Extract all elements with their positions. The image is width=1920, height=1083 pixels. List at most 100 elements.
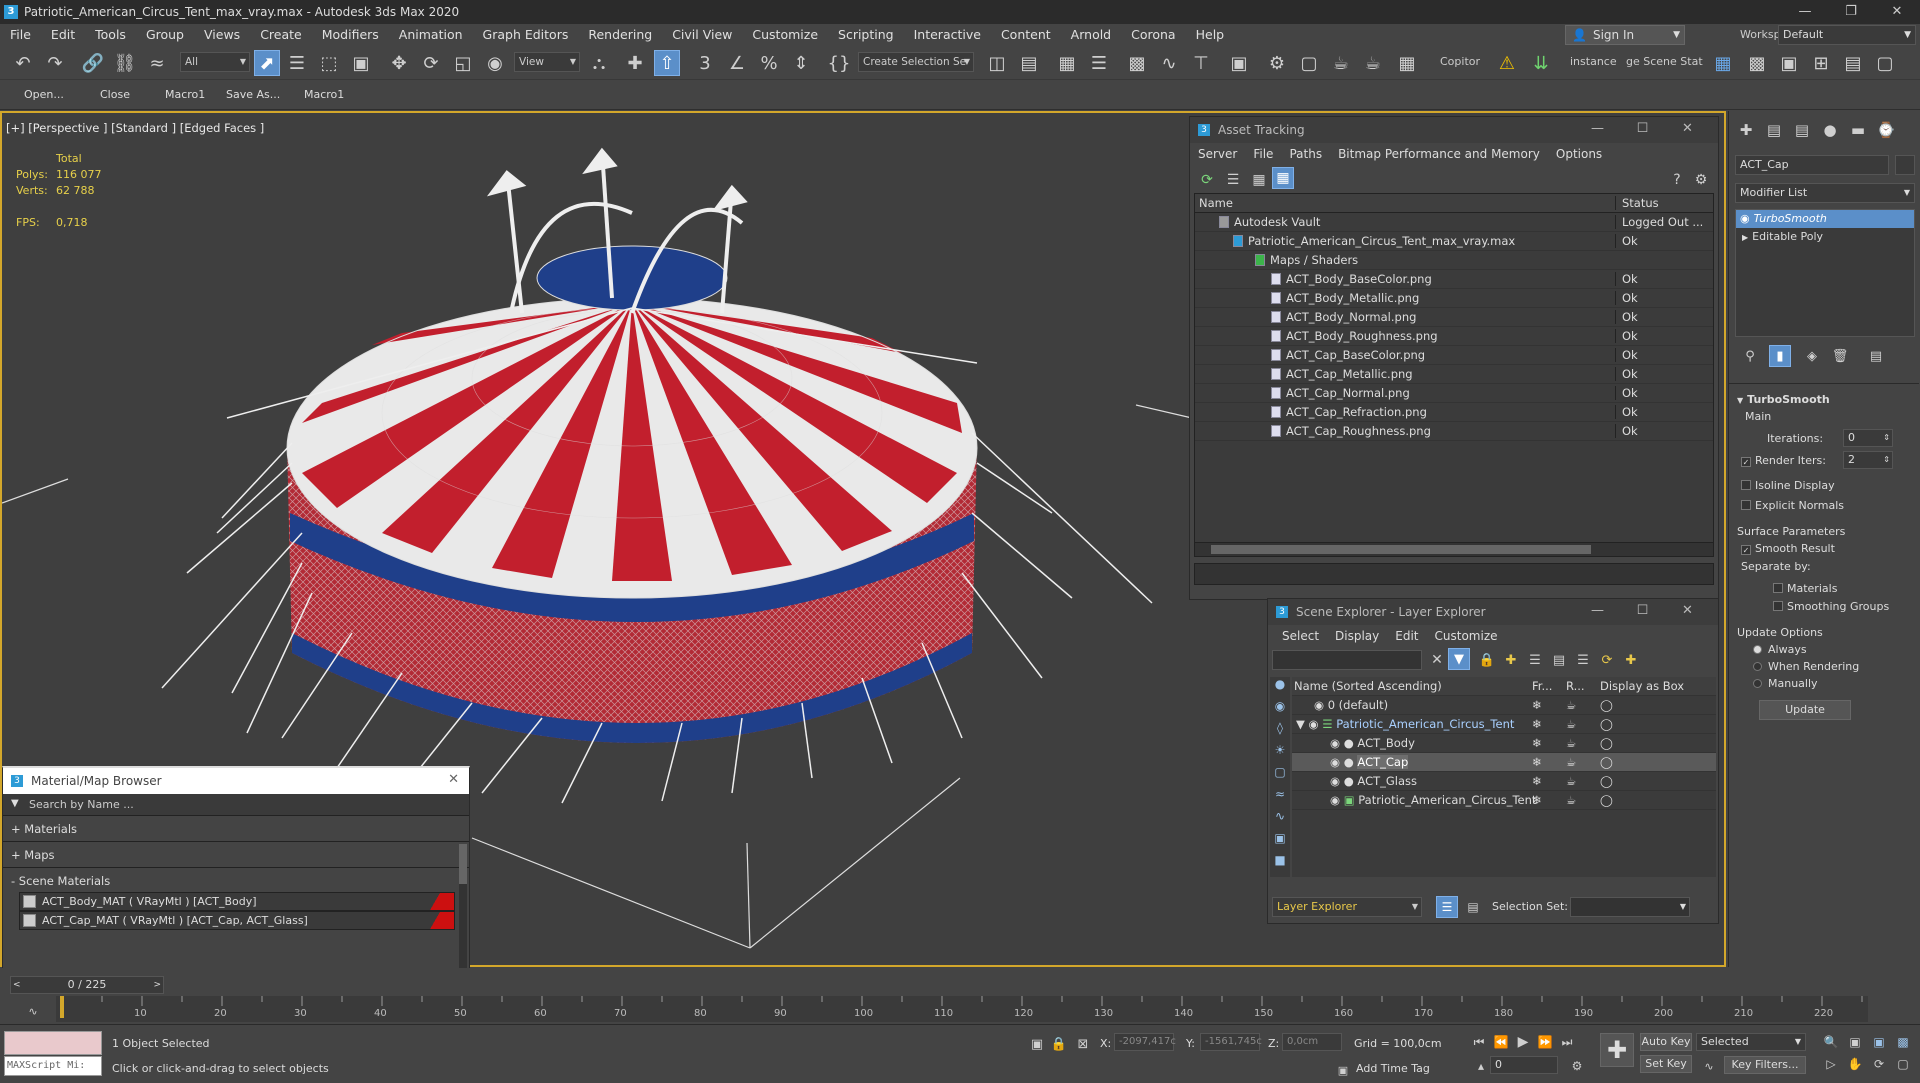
key-tangent-icon[interactable]: ∿: [1696, 1053, 1722, 1079]
material-browser-titlebar[interactable]: 3 Material/Map Browser ✕: [3, 768, 469, 794]
unlink-icon[interactable]: ⛓: [112, 50, 138, 76]
render-icon[interactable]: ☕: [1566, 793, 1600, 807]
render-iters-spinner[interactable]: 2 ⇕: [1843, 451, 1893, 469]
eye-icon[interactable]: ◉: [1330, 736, 1340, 750]
column-name[interactable]: Name: [1195, 196, 1615, 210]
time-prev-icon[interactable]: <: [13, 977, 21, 993]
set-key-button[interactable]: Set Key: [1640, 1055, 1692, 1073]
menu-views[interactable]: Views: [194, 24, 250, 46]
maximize-icon[interactable]: ☐: [1620, 121, 1665, 136]
table-view-icon[interactable]: ▦: [1246, 167, 1272, 193]
rotate-icon[interactable]: ⟳: [418, 50, 444, 76]
list-item[interactable]: ▼ ◉ ☰ Patriotic_American_Circus_Tent ❄ ☕ ◯: [1292, 715, 1716, 734]
expand-icon[interactable]: ▶: [1742, 233, 1748, 242]
pan-icon[interactable]: ✋: [1842, 1051, 1868, 1077]
separate-materials-checkbox[interactable]: [1773, 583, 1783, 593]
render-iterative-icon[interactable]: ☕: [1360, 50, 1386, 76]
maximize-viewport-icon[interactable]: ▢: [1890, 1051, 1916, 1077]
box-icon[interactable]: ◯: [1600, 774, 1613, 788]
add-panel-icon[interactable]: ⊞: [1808, 50, 1834, 76]
box-icon[interactable]: ◯: [1600, 717, 1613, 731]
menu-corona[interactable]: Corona: [1121, 24, 1185, 46]
chevrons-down-icon[interactable]: ⇊: [1528, 50, 1554, 76]
go-to-end-icon[interactable]: ⏭: [1554, 1029, 1580, 1055]
table-row[interactable]: ACT_Cap_Roughness.png Ok: [1195, 422, 1713, 441]
select-manipulate-icon[interactable]: ✚: [622, 50, 648, 76]
create-tab-icon[interactable]: ✚: [1733, 117, 1759, 143]
display-objects-icon[interactable]: ●: [1270, 677, 1290, 699]
time-config-icon[interactable]: ⚙: [1564, 1053, 1590, 1079]
select-by-name-icon[interactable]: ☰: [284, 50, 310, 76]
close-icon[interactable]: ✕: [1665, 121, 1710, 136]
macro-save-as-button[interactable]: Save As...: [226, 88, 280, 101]
minimize-icon[interactable]: —: [1782, 0, 1828, 24]
track-bar[interactable]: [56, 996, 1868, 1022]
layer-explorer-icon[interactable]: ☰: [1436, 896, 1458, 918]
maxscript-listener[interactable]: [4, 1031, 102, 1055]
table-row[interactable]: ACT_Cap_Normal.png Ok: [1195, 384, 1713, 403]
menu-civil-view[interactable]: Civil View: [662, 24, 742, 46]
utilities-tab-icon[interactable]: ⌚: [1873, 117, 1899, 143]
time-slider[interactable]: < 0 / 225 >: [10, 976, 164, 994]
z-coordinate-field[interactable]: 0,0cm: [1282, 1033, 1342, 1051]
remove-modifier-icon[interactable]: 🗑: [1827, 343, 1853, 369]
display-shapes-icon[interactable]: ◊: [1270, 721, 1290, 743]
warning-icon[interactable]: ⚠: [1494, 50, 1520, 76]
menu-create[interactable]: Create: [250, 24, 312, 46]
freeze-icon[interactable]: ❄: [1532, 717, 1566, 731]
se-menu-select[interactable]: Select: [1274, 629, 1327, 643]
snaps-toggle-icon[interactable]: 3: [692, 50, 718, 76]
box-icon[interactable]: ◯: [1600, 793, 1613, 807]
smoothing-groups-checkbox[interactable]: [1773, 601, 1783, 611]
box-icon[interactable]: ◯: [1600, 755, 1613, 769]
list-view-icon[interactable]: ☰: [1220, 167, 1246, 193]
toggle-ribbon-icon[interactable]: ▩: [1124, 50, 1150, 76]
column-status[interactable]: Status: [1615, 196, 1710, 210]
time-next-icon[interactable]: >: [153, 977, 161, 993]
display-cameras-icon[interactable]: ▢: [1270, 765, 1290, 787]
stack-item-editable-poly[interactable]: ▶ Editable Poly: [1736, 228, 1914, 246]
table-row[interactable]: ACT_Cap_BaseColor.png Ok: [1195, 346, 1713, 365]
macro1-button[interactable]: Macro1: [165, 88, 205, 101]
display-helpers-icon[interactable]: ≈: [1270, 787, 1290, 809]
pivot-center-icon[interactable]: ⛬: [586, 50, 612, 76]
freeze-icon[interactable]: ❄: [1532, 755, 1566, 769]
column-name-sorted[interactable]: Name (Sorted Ascending): [1292, 679, 1532, 693]
scale-icon[interactable]: ◱: [450, 50, 476, 76]
scene-explorer-titlebar[interactable]: 3 Scene Explorer - Layer Explorer — ☐ ✕: [1268, 599, 1718, 625]
panel-icon[interactable]: ▤: [1840, 50, 1866, 76]
grid-view-icon[interactable]: ▦: [1710, 50, 1736, 76]
selection-lock-icon[interactable]: 🔒: [1046, 1031, 1072, 1057]
eye-icon[interactable]: ◉: [1330, 755, 1340, 769]
sort-icon[interactable]: ▤: [1460, 894, 1486, 920]
mirror-icon[interactable]: ◫: [984, 50, 1010, 76]
object-name-input[interactable]: ACT_Cap: [1735, 155, 1889, 175]
redo-icon[interactable]: ↷: [42, 50, 68, 76]
restore-icon[interactable]: ❐: [1828, 0, 1874, 24]
time-tag-icon[interactable]: ▣: [1330, 1057, 1356, 1083]
display-groups-icon[interactable]: ▣: [1270, 831, 1290, 853]
select-object-icon[interactable]: ⬈: [254, 50, 280, 76]
auto-key-button[interactable]: Auto Key: [1640, 1033, 1692, 1051]
stack-item-turbosmooth[interactable]: ◉ TurboSmooth: [1736, 210, 1914, 228]
macro-open-button[interactable]: Open...: [24, 88, 64, 101]
close-icon[interactable]: ✕: [1665, 603, 1710, 618]
maximize-icon[interactable]: ☐: [1620, 603, 1665, 618]
modifier-list-select[interactable]: Modifier List ▼: [1735, 183, 1915, 203]
render-iters-checkbox[interactable]: ✓: [1741, 457, 1751, 467]
table-row[interactable]: ACT_Body_Roughness.png Ok: [1195, 327, 1713, 346]
freeze-icon[interactable]: ❄: [1532, 774, 1566, 788]
undo-icon[interactable]: ↶: [10, 50, 36, 76]
menu-scripting[interactable]: Scripting: [828, 24, 904, 46]
spinner-snap-icon[interactable]: ⇕: [788, 50, 814, 76]
list-item[interactable]: ACT_Body_MAT ( VRayMtl ) [ACT_Body]: [19, 892, 455, 911]
column-render[interactable]: R...: [1566, 679, 1600, 693]
turbosmooth-title[interactable]: TurboSmooth: [1747, 393, 1830, 406]
se-menu-display[interactable]: Display: [1327, 629, 1387, 643]
angle-snap-icon[interactable]: ∠: [724, 50, 750, 76]
menu-content[interactable]: Content: [991, 24, 1061, 46]
toggle-scene-explorer-icon[interactable]: ▦: [1054, 50, 1080, 76]
list-item[interactable]: ◉ ● ACT_Glass ❄ ☕ ◯: [1292, 772, 1716, 791]
section-materials[interactable]: + Materials: [3, 816, 469, 842]
menu-arnold[interactable]: Arnold: [1061, 24, 1121, 46]
